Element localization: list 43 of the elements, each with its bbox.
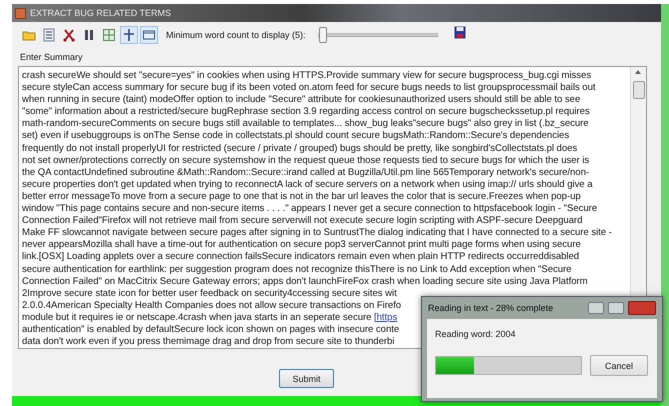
minimize-button[interactable] <box>588 302 604 314</box>
slider-label: Minimum word count to display (5): <box>166 30 306 40</box>
window-title: EXTRACT BUG RELATED TERMS <box>30 8 172 18</box>
summary-line: window "This page contains secure and non-secure items . . . ." appears I never get a secure connection to httpsfacebook login - "Secure <box>22 203 598 216</box>
progress-message: Reading word: 2004 <box>435 329 517 339</box>
summary-line: never appearsMozilla shall have a time-out for authentication on secure pop3 serverCannot print multi page forms when using secure <box>22 239 581 252</box>
summary-line: math-random-secureComments on secure bugs still available to templates... show_bug leaks"secure bugs" also grey in list (.bz_secure <box>22 118 589 130</box>
app-icon <box>15 8 26 18</box>
summary-line: the QA contactUndefined subroutine &Math::Random::Secure::irand called at Bugzilla/Util.pm line 565Temporary network's secure/non- <box>22 166 589 179</box>
summary-line: when running in secure (taint) modeOffer option to include "Secure" attribute for cookiesunauthorized users should still be able to see <box>22 94 580 106</box>
summary-line: set) even if usebuggroups is onThe Sense code in collectstats.pl should count secure bugsMath::Random::Secure's dependencies <box>22 130 570 143</box>
summary-line: module but it requires ie or netscape.4crash when java starts in an seperate secure [https <box>22 312 398 324</box>
summary-line: better error messageTo move from a secure page to one that is not in the bar url leaves the color that is secure.Freezes when pop-up <box>22 190 581 204</box>
summary-line: secure properties don't get updated when trying to reconnectA lack of secure servers on a network when using imap:// urls should give a <box>22 178 592 191</box>
scroll-bar[interactable] <box>630 67 646 295</box>
scroll-up-icon[interactable] <box>635 70 641 74</box>
summary-line: Connection Failed"Firefox will not retrieve mail from secure serverwill not execute secure login scripting with ASPF-secure Deepguard <box>22 215 582 228</box>
scroll-thumb[interactable] <box>633 81 645 99</box>
cancel-button[interactable]: Cancel <box>590 355 648 376</box>
maximize-button[interactable] <box>608 302 624 314</box>
close-button[interactable] <box>628 301 656 315</box>
summary-line: 2.0.0.4American Specialty Health Companies does not allow secure transactions on Firefo <box>22 300 402 312</box>
grid-icon[interactable] <box>100 26 118 44</box>
link[interactable]: [https <box>374 312 398 323</box>
submit-button[interactable]: Submit <box>279 369 334 388</box>
summary-line: not set owner/protections correctly on secure systemshow in the request queue those requests tied to secure bugs for which the user is <box>22 154 590 167</box>
summary-line: Connection Failed" on MacCitrix Secure Gateway errors; apps don't launchFireFox crash when loading secure site using Java Platform <box>22 276 588 288</box>
summary-line: secure styleCan access summary for secure bug if its been voted on.atom feed for secure bugs needs to list groupsprocessmail bails out <box>22 82 596 94</box>
summary-line: secure authentication for earthlink: per suggestion program does not recognize thisThere is no Link to Add exception when "Secure <box>22 264 572 276</box>
summary-line: data don't work even if you press themimage drag and drop from secure site to thunderbi <box>22 336 394 348</box>
slider-thumb[interactable] <box>319 27 328 43</box>
summary-text-area[interactable] <box>18 66 647 349</box>
dialog-title: Reading in text - 28% complete <box>428 303 554 313</box>
summary-line: "some" information about a restricted/secure bugRephrase section 3.9 regarding access control on secure bugscheckssetup.pl requires <box>22 106 590 118</box>
summary-label: Enter Summary <box>19 51 84 61</box>
summary-line: 2Improve secure state icon for better user feedback on security4ccessing secure sites wit <box>22 288 397 300</box>
summary-line: authentication" is enabled by defaultSecure lock icon shown on pages with insecure conte <box>22 324 400 336</box>
summary-line: Make FF slowcannot navigate between secure pages after signing in to SuntrustThe dialog indicating that I have connected to a secure site - <box>22 227 612 240</box>
summary-line: frequently do not install properlyUI for restricted (secure / private / grouped) bugs should be pretty, like songbird'sCollectstats.pl does <box>22 142 578 155</box>
summary-line: crash secureWe should set "secure=yes" in cookies when using HTTPS.Provide summary view for secure bugsprocess_bug.cgi misses <box>22 70 592 82</box>
save-icon[interactable] <box>454 26 466 39</box>
window-icon[interactable] <box>140 26 158 44</box>
summary-line: link.[OSX] Loading applets over a secure connection failsSecure indicators remain even when plain HTTP redirects occurreddisabled <box>22 251 580 264</box>
